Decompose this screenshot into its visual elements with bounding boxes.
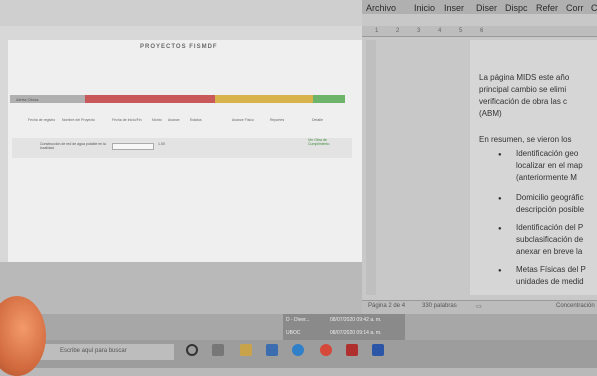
app-icon[interactable] <box>346 344 358 356</box>
bullet-line: localizar en el map <box>516 161 583 170</box>
task-view-icon[interactable] <box>212 344 224 356</box>
status-label: Alerta Obras <box>16 97 39 102</box>
column-header: Estatus <box>190 118 202 122</box>
bullet-line: anexar en breve la <box>516 247 583 256</box>
menu-archivo[interactable]: Archivo <box>366 3 396 13</box>
edge-icon[interactable] <box>292 344 304 356</box>
status-bar-green <box>313 95 345 103</box>
doc-line: principal cambio se elimi <box>479 85 567 94</box>
mail-icon[interactable] <box>266 344 278 356</box>
column-header: Detalle <box>312 118 323 122</box>
vertical-ruler <box>366 40 376 295</box>
browser-toolbar <box>0 0 362 26</box>
amount-value: 1.00 <box>158 142 165 146</box>
bullet-line: unidades de medid <box>516 277 584 286</box>
popup-time: 08/07/2020 09:14 a. m. <box>330 330 382 336</box>
file-explorer-icon[interactable] <box>240 344 252 356</box>
column-header: Nombre del Proyecto <box>62 118 95 122</box>
column-header: Avance <box>168 118 180 122</box>
menu-diseno[interactable]: Diser <box>476 3 497 13</box>
project-name: Construcción de red de agua potable en l… <box>40 142 106 150</box>
column-header: Avance Físico <box>232 118 254 122</box>
popup-item[interactable]: UBOC <box>286 330 300 336</box>
bullet-line: descripción posible <box>516 205 585 214</box>
proofing-icon[interactable]: ▭ <box>476 303 482 310</box>
cortana-icon[interactable] <box>186 344 198 356</box>
menu-correspondencia[interactable]: Corr <box>566 3 584 13</box>
menu-referencias[interactable]: Refer <box>536 3 558 13</box>
page-count[interactable]: Página 2 de 4 <box>368 303 405 309</box>
chrome-icon[interactable] <box>320 344 332 356</box>
date-input[interactable] <box>112 143 154 150</box>
bullet-icon: ● <box>498 196 502 202</box>
page-title: PROYECTOS FISMDF <box>140 44 218 50</box>
focus-mode[interactable]: Concentración <box>556 303 595 309</box>
column-header: Reportes <box>270 118 285 122</box>
search-placeholder: Escribe aquí para buscar <box>60 348 127 354</box>
status-bar-yellow <box>215 95 313 103</box>
bullet-line: Identificación geo <box>516 149 579 158</box>
doc-line: (ABM) <box>479 109 502 118</box>
column-header: Monto <box>152 118 162 122</box>
word-count[interactable]: 330 palabras <box>422 303 457 309</box>
column-header: Fecha de Inicio/Fin <box>112 118 142 122</box>
popup-item[interactable]: D - Diver... <box>286 317 310 323</box>
status-bar-red <box>85 95 215 103</box>
bullet-line: Domicilio geográfic <box>516 193 584 202</box>
menu-more[interactable]: C <box>591 3 597 13</box>
bullet-icon: ● <box>498 152 502 158</box>
bullet-line: (anteriormente M <box>516 173 577 182</box>
doc-line: En resumen, se vieron los <box>479 135 572 144</box>
menu-disposicion[interactable]: Dispc <box>505 3 528 13</box>
bullet-line: Metas Físicas del P <box>516 265 586 274</box>
menu-insertar[interactable]: Inser <box>444 3 464 13</box>
column-header: Fecha de registro <box>28 118 56 122</box>
ruler-marks: 1 2 3 4 5 6 <box>375 28 492 34</box>
word-icon[interactable] <box>372 344 384 356</box>
doc-line: La página MIDS este año <box>479 73 570 82</box>
bullet-icon: ● <box>498 226 502 232</box>
popup-time: 08/07/2020 09:42 a. m. <box>330 317 382 323</box>
bullet-line: subclasificación de <box>516 235 584 244</box>
doc-line: verificación de obra las c <box>479 97 568 106</box>
detail-link[interactable]: Ver Obra de Cumplimiento <box>308 138 334 146</box>
menu-inicio[interactable]: Inicio <box>414 3 435 13</box>
bullet-line: Identificación del P <box>516 223 584 232</box>
bullet-icon: ● <box>498 268 502 274</box>
